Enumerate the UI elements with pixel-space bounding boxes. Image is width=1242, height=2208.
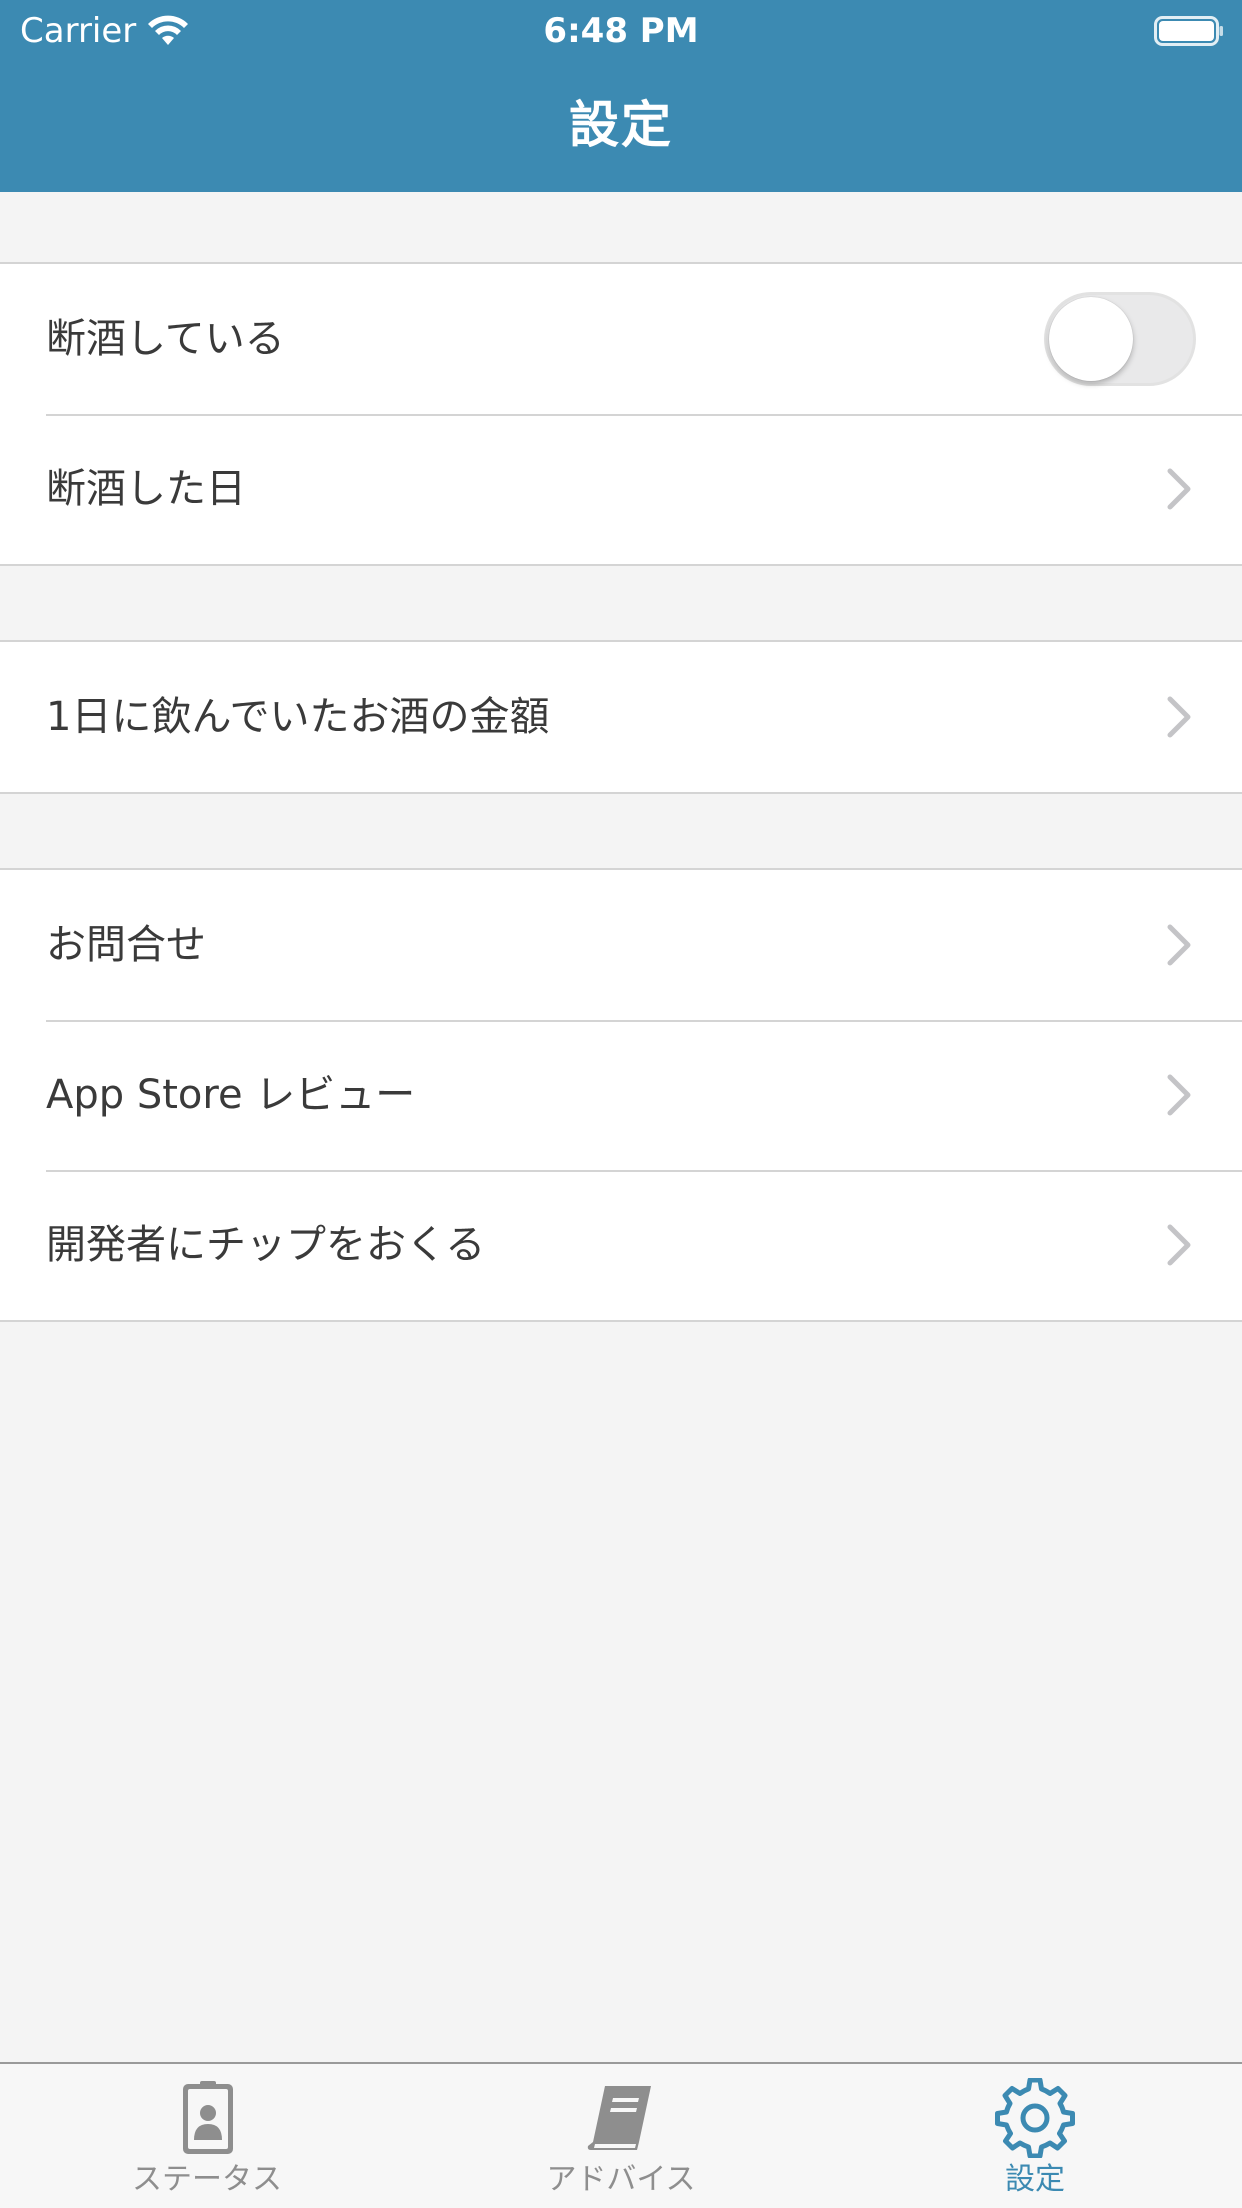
chevron-right-icon <box>1167 1074 1191 1116</box>
book-icon <box>587 2086 651 2150</box>
chevron-right-icon <box>1167 468 1191 510</box>
chevron-right-icon <box>1167 696 1191 738</box>
row-sober-date[interactable]: 断酒した日 <box>0 414 1242 564</box>
section-sobriety: 断酒している 断酒した日 <box>0 264 1242 566</box>
row-label: 開発者にチップをおくる <box>46 1222 486 1268</box>
row-app-store-review[interactable]: App Store レビュー <box>0 1020 1242 1170</box>
page-title: 設定 <box>569 96 673 154</box>
row-daily-amount[interactable]: 1日に飲んでいたお酒の金額 <box>0 642 1242 792</box>
row-contact[interactable]: お問合せ <box>0 870 1242 1020</box>
tab-label: 設定 <box>1005 2162 1065 2197</box>
sober-toggle-switch[interactable] <box>1044 292 1196 386</box>
row-label: 断酒している <box>46 316 285 362</box>
row-tip-developer[interactable]: 開発者にチップをおくる <box>0 1170 1242 1320</box>
tab-bar: ステータス アドバイス 設定 <box>0 2062 1242 2208</box>
status-time: 6:48 PM <box>543 11 699 51</box>
section-spacer <box>0 192 1242 264</box>
tab-label: アドバイス <box>546 2162 696 2197</box>
tab-label: ステータス <box>132 2162 282 2197</box>
row-label: App Store レビュー <box>46 1072 416 1118</box>
status-bar: Carrier 6:48 PM <box>0 0 1242 62</box>
row-label: お問合せ <box>46 922 206 968</box>
section-spacer <box>0 566 1242 642</box>
chevron-right-icon <box>1167 1224 1191 1266</box>
id-badge-icon <box>183 2081 233 2154</box>
tab-status[interactable]: ステータス <box>0 2064 414 2208</box>
tab-advice[interactable]: アドバイス <box>414 2064 828 2208</box>
section-support: お問合せ App Store レビュー 開発者にチップをおくる <box>0 870 1242 1322</box>
row-sober-toggle: 断酒している <box>0 264 1242 414</box>
gear-icon <box>995 2078 1075 2158</box>
settings-list: 断酒している 断酒した日 1日に飲んでいたお酒の金額 お問合せ App Stor… <box>0 192 1242 1322</box>
toggle-knob <box>1049 297 1133 381</box>
tab-settings[interactable]: 設定 <box>828 2064 1242 2208</box>
settings-screen: Carrier 6:48 PM 設定 断酒している 断酒した日 1日に飲んでいた… <box>0 0 1242 2208</box>
row-label: 断酒した日 <box>46 466 246 512</box>
row-label: 1日に飲んでいたお酒の金額 <box>46 694 550 740</box>
navigation-header: Carrier 6:48 PM 設定 <box>0 0 1242 192</box>
chevron-right-icon <box>1167 924 1191 966</box>
section-spacer <box>0 794 1242 870</box>
battery-icon <box>1154 16 1223 46</box>
section-spending: 1日に飲んでいたお酒の金額 <box>0 642 1242 794</box>
